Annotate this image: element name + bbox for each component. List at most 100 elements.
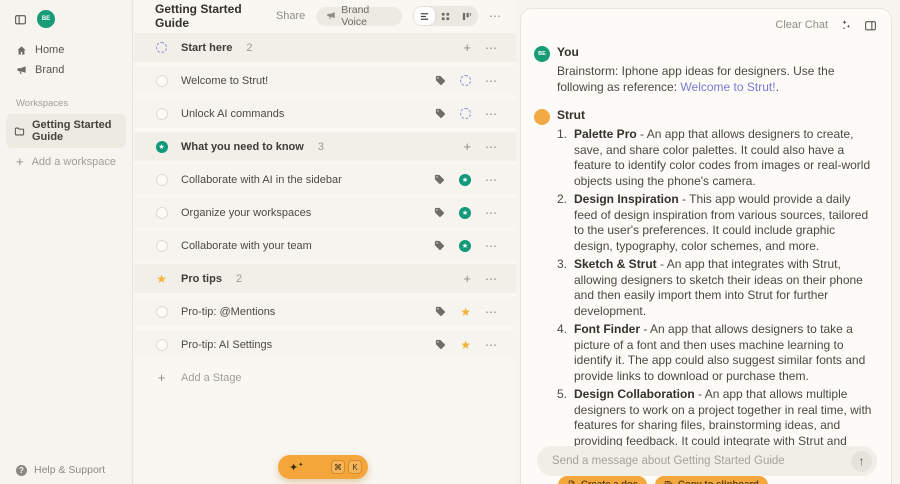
message-author: Strut	[557, 108, 585, 122]
card-row[interactable]: Collaborate with your team ★ ⋯	[134, 231, 516, 260]
stage-more-icon[interactable]: ⋯	[485, 141, 498, 153]
card-row[interactable]: Unlock AI commands ⋯	[134, 99, 516, 128]
user-avatar: BE	[534, 46, 550, 62]
chat-input-wrapper: ↑	[537, 446, 877, 476]
create-doc-button[interactable]: Create a doc	[558, 475, 648, 484]
card-title: Collaborate with your team	[181, 239, 312, 252]
create-doc-label: Create a doc	[581, 479, 638, 484]
stage-more-icon[interactable]: ⋯	[485, 42, 498, 54]
ai-command-bar[interactable]: ✦✦ ⌘ K	[278, 455, 368, 479]
tag-icon[interactable]	[435, 306, 446, 317]
card-more-icon[interactable]: ⋯	[485, 306, 498, 318]
grid-view-button[interactable]	[435, 7, 456, 25]
card-more-icon[interactable]: ⋯	[485, 207, 498, 219]
card-checkbox[interactable]	[155, 173, 168, 186]
tag-icon[interactable]	[434, 240, 445, 251]
card-checkbox[interactable]	[155, 74, 168, 87]
board-view-button[interactable]	[456, 7, 477, 25]
workspaces-heading: Workspaces	[16, 98, 69, 109]
sidebar-item-brand[interactable]: Brand	[0, 60, 132, 80]
list-item: 4. Font Finder - An app that allows desi…	[557, 322, 866, 383]
strut-avatar	[534, 109, 550, 125]
list-view-button[interactable]	[414, 7, 435, 25]
stage-header-pro-tips[interactable]: ★ Pro tips 2 + ⋯	[134, 264, 516, 293]
star-icon[interactable]: ★	[460, 306, 471, 318]
stage-status-icon[interactable]	[460, 75, 471, 86]
help-support-button[interactable]: ? Help & Support	[16, 464, 105, 476]
board-panel: Getting Started Guide Share Brand Voice	[134, 0, 516, 484]
card-title: Collaborate with AI in the sidebar	[181, 173, 342, 186]
board-more-icon[interactable]: ⋯	[489, 10, 502, 22]
add-card-icon[interactable]: +	[463, 271, 471, 286]
workspace-name: Getting Started Guide	[32, 119, 112, 143]
card-row[interactable]: Collaborate with AI in the sidebar ★ ⋯	[134, 165, 516, 194]
collapse-sidebar-icon[interactable]	[14, 13, 27, 26]
tag-icon[interactable]	[435, 108, 446, 119]
add-stage-label: Add a Stage	[181, 371, 242, 384]
ai-settings-icon[interactable]	[840, 19, 852, 31]
megaphone-icon	[326, 11, 336, 21]
green-star-icon[interactable]: ★	[459, 206, 471, 219]
card-row[interactable]: Pro-tip: @Mentions ★ ⋯	[134, 297, 516, 326]
chat-message-input[interactable]	[552, 455, 851, 467]
card-row[interactable]: Organize your workspaces ★ ⋯	[134, 198, 516, 227]
add-stage-button[interactable]: + Add a Stage	[134, 363, 516, 392]
copy-icon	[664, 480, 673, 484]
tag-icon[interactable]	[434, 174, 445, 185]
collapse-chat-panel-icon[interactable]	[864, 19, 877, 32]
copy-to-clipboard-button[interactable]: Copy to clipboard	[655, 475, 768, 484]
add-card-icon[interactable]: +	[463, 40, 471, 55]
add-card-icon[interactable]: +	[463, 139, 471, 154]
star-icon[interactable]: ★	[460, 339, 471, 351]
sidebar-item-home[interactable]: Home	[0, 40, 132, 60]
plus-icon: +	[16, 154, 24, 169]
stage-status-icon[interactable]	[460, 108, 471, 119]
tag-icon[interactable]	[435, 75, 446, 86]
card-more-icon[interactable]: ⋯	[485, 75, 498, 87]
view-switcher	[413, 6, 478, 26]
stage-header-start-here[interactable]: Start here 2 + ⋯	[134, 33, 516, 62]
clear-chat-button[interactable]: Clear Chat	[775, 19, 828, 31]
card-row[interactable]: Pro-tip: AI Settings ★ ⋯	[134, 330, 516, 359]
share-button[interactable]: Share	[276, 10, 305, 22]
card-row[interactable]: Welcome to Strut! ⋯	[134, 66, 516, 95]
folder-icon	[14, 126, 25, 137]
card-checkbox[interactable]	[155, 338, 168, 351]
card-title: Pro-tip: @Mentions	[181, 305, 276, 318]
tag-icon[interactable]	[435, 339, 446, 350]
message-author: You	[557, 45, 579, 59]
cmd-keycap: ⌘	[331, 460, 345, 474]
sidebar: BE Home Brand Workspaces Getting Started…	[0, 0, 133, 484]
idea-title: Sketch & Strut	[574, 257, 657, 271]
green-star-icon[interactable]: ★	[459, 173, 471, 186]
card-more-icon[interactable]: ⋯	[485, 108, 498, 120]
referenced-doc-link[interactable]: Welcome to Strut!	[680, 80, 775, 94]
card-checkbox[interactable]	[155, 206, 168, 219]
sidebar-item-workspace-getting-started[interactable]: Getting Started Guide	[6, 114, 126, 148]
card-more-icon[interactable]: ⋯	[485, 174, 498, 186]
idea-title: Design Inspiration	[574, 192, 679, 206]
stage-header-what-you-need[interactable]: ★ What you need to know 3 + ⋯	[134, 132, 516, 161]
card-more-icon[interactable]: ⋯	[485, 240, 498, 252]
card-checkbox[interactable]	[155, 239, 168, 252]
brand-voice-label: Brand Voice	[341, 4, 370, 28]
stage-more-icon[interactable]: ⋯	[485, 273, 498, 285]
card-checkbox[interactable]	[155, 107, 168, 120]
tag-icon[interactable]	[434, 207, 445, 218]
send-message-button[interactable]: ↑	[851, 450, 872, 472]
list-item: 2. Design Inspiration - This app would p…	[557, 192, 869, 253]
idea-title: Design Collaboration	[574, 387, 695, 401]
card-more-icon[interactable]: ⋯	[485, 339, 498, 351]
brand-voice-button[interactable]: Brand Voice	[316, 4, 402, 28]
list-item: 1. Palette Pro - An app that allows desi…	[557, 127, 871, 188]
stage-list: Start here 2 + ⋯ Welcome to Strut! ⋯ Unl…	[134, 32, 516, 392]
sidebar-brand-label: Brand	[35, 64, 65, 76]
star-icon: ★	[156, 271, 167, 286]
add-workspace-label: Add a workspace	[31, 155, 116, 168]
green-star-icon[interactable]: ★	[459, 239, 471, 252]
add-workspace-button[interactable]: + Add a workspace	[0, 148, 132, 169]
card-title: Welcome to Strut!	[181, 74, 269, 87]
card-title: Unlock AI commands	[181, 107, 285, 120]
card-checkbox[interactable]	[155, 305, 168, 318]
user-avatar[interactable]: BE	[37, 10, 55, 28]
